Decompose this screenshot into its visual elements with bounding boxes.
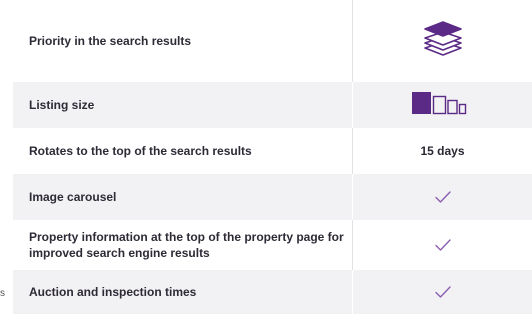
feature-comparison-table: Priority in the search results Listing s… bbox=[13, 0, 532, 314]
stack-layers-icon bbox=[423, 20, 463, 63]
listing-size-icon bbox=[411, 91, 475, 120]
feature-value bbox=[352, 220, 532, 270]
feature-value bbox=[352, 174, 532, 220]
table-row: Property information at the top of the p… bbox=[13, 220, 532, 270]
table-row: Rotates to the top of the search results… bbox=[13, 128, 532, 174]
table-row: Image carousel bbox=[13, 174, 532, 220]
feature-label: Property information at the top of the p… bbox=[29, 230, 344, 260]
feature-label: Auction and inspection times bbox=[29, 285, 197, 299]
edge-text-fragment: s bbox=[0, 288, 5, 299]
feature-label: Priority in the search results bbox=[29, 34, 192, 48]
table-row: Priority in the search results bbox=[13, 0, 532, 82]
feature-label: Rotates to the top of the search results bbox=[29, 144, 252, 158]
feature-value bbox=[352, 270, 532, 314]
feature-label: Listing size bbox=[29, 98, 95, 112]
feature-value bbox=[352, 82, 532, 128]
feature-label: Image carousel bbox=[29, 190, 117, 204]
check-icon bbox=[434, 286, 451, 298]
rotation-days-value: 15 days bbox=[420, 144, 465, 158]
feature-value: 15 days bbox=[352, 128, 532, 174]
feature-value bbox=[352, 0, 532, 82]
check-icon bbox=[434, 239, 451, 251]
table-row: Listing size bbox=[13, 82, 532, 128]
check-icon bbox=[434, 191, 451, 203]
table-row: Auction and inspection times bbox=[13, 270, 532, 314]
